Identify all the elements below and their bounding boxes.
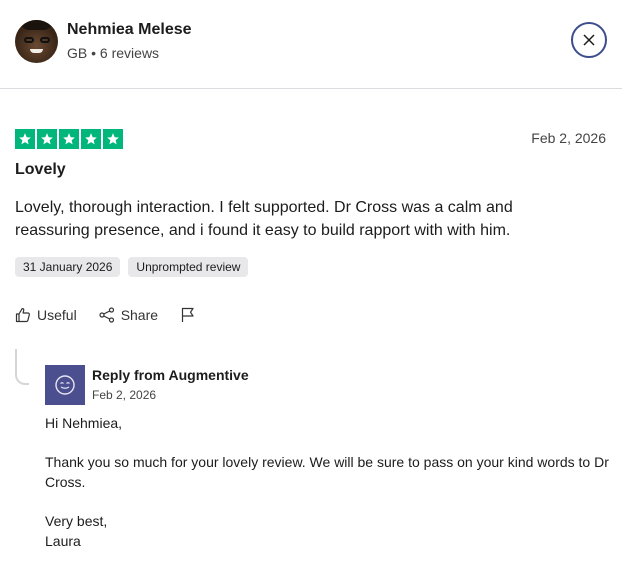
useful-button[interactable]: Useful [15,307,77,323]
close-icon [583,34,595,46]
star-icon [59,129,79,149]
reply-connector [15,349,29,385]
experience-date-tag: 31 January 2026 [15,257,121,277]
share-label: Share [120,307,159,323]
company-logo-icon [55,375,75,395]
star-rating [15,129,123,149]
share-icon [99,307,114,323]
user-review-count: 6 reviews [99,45,160,61]
useful-label: Useful [37,307,77,323]
reply-message: Thank you so much for your lovely review… [45,454,609,490]
user-country: GB [67,45,88,61]
avatar-smile [30,49,43,53]
review-tags: 31 January 2026 Unprompted review [15,257,249,277]
reply-from: Reply from Augmentive [92,367,249,383]
close-button[interactable] [571,22,607,58]
reply-signature: Laura [45,533,81,549]
review-body: Lovely, thorough interaction. I felt sup… [15,199,513,239]
review-actions: Useful Share [15,307,218,323]
reply-signoff: Very best, [45,513,108,529]
reply-closing: Very best, Laura [45,511,610,551]
reply-greeting: Hi Nehmiea, [45,415,123,431]
reply-text: Hi Nehmiea, Thank you so much for your l… [45,413,610,551]
avatar-hair [21,20,52,30]
review-header: Nehmiea Melese GB • 6 reviews [0,0,622,89]
report-button[interactable] [180,307,196,323]
review-title: Lovely [15,161,66,178]
thumbs-up-icon [15,307,30,323]
company-logo[interactable] [45,365,85,405]
reply-date: Feb 2, 2026 [92,388,157,402]
share-button[interactable]: Share [99,307,158,323]
flag-icon [181,307,194,322]
star-icon [15,129,35,149]
star-icon [37,129,57,149]
review-date: Feb 2, 2026 [531,130,606,146]
star-icon [103,129,123,149]
unprompted-review-tag[interactable]: Unprompted review [128,257,249,277]
avatar-glasses [24,37,50,43]
user-name[interactable]: Nehmiea Melese [67,21,192,39]
meta-separator: • [91,45,97,61]
star-icon [81,129,101,149]
user-meta: GB • 6 reviews [67,45,159,61]
avatar[interactable] [15,20,58,63]
